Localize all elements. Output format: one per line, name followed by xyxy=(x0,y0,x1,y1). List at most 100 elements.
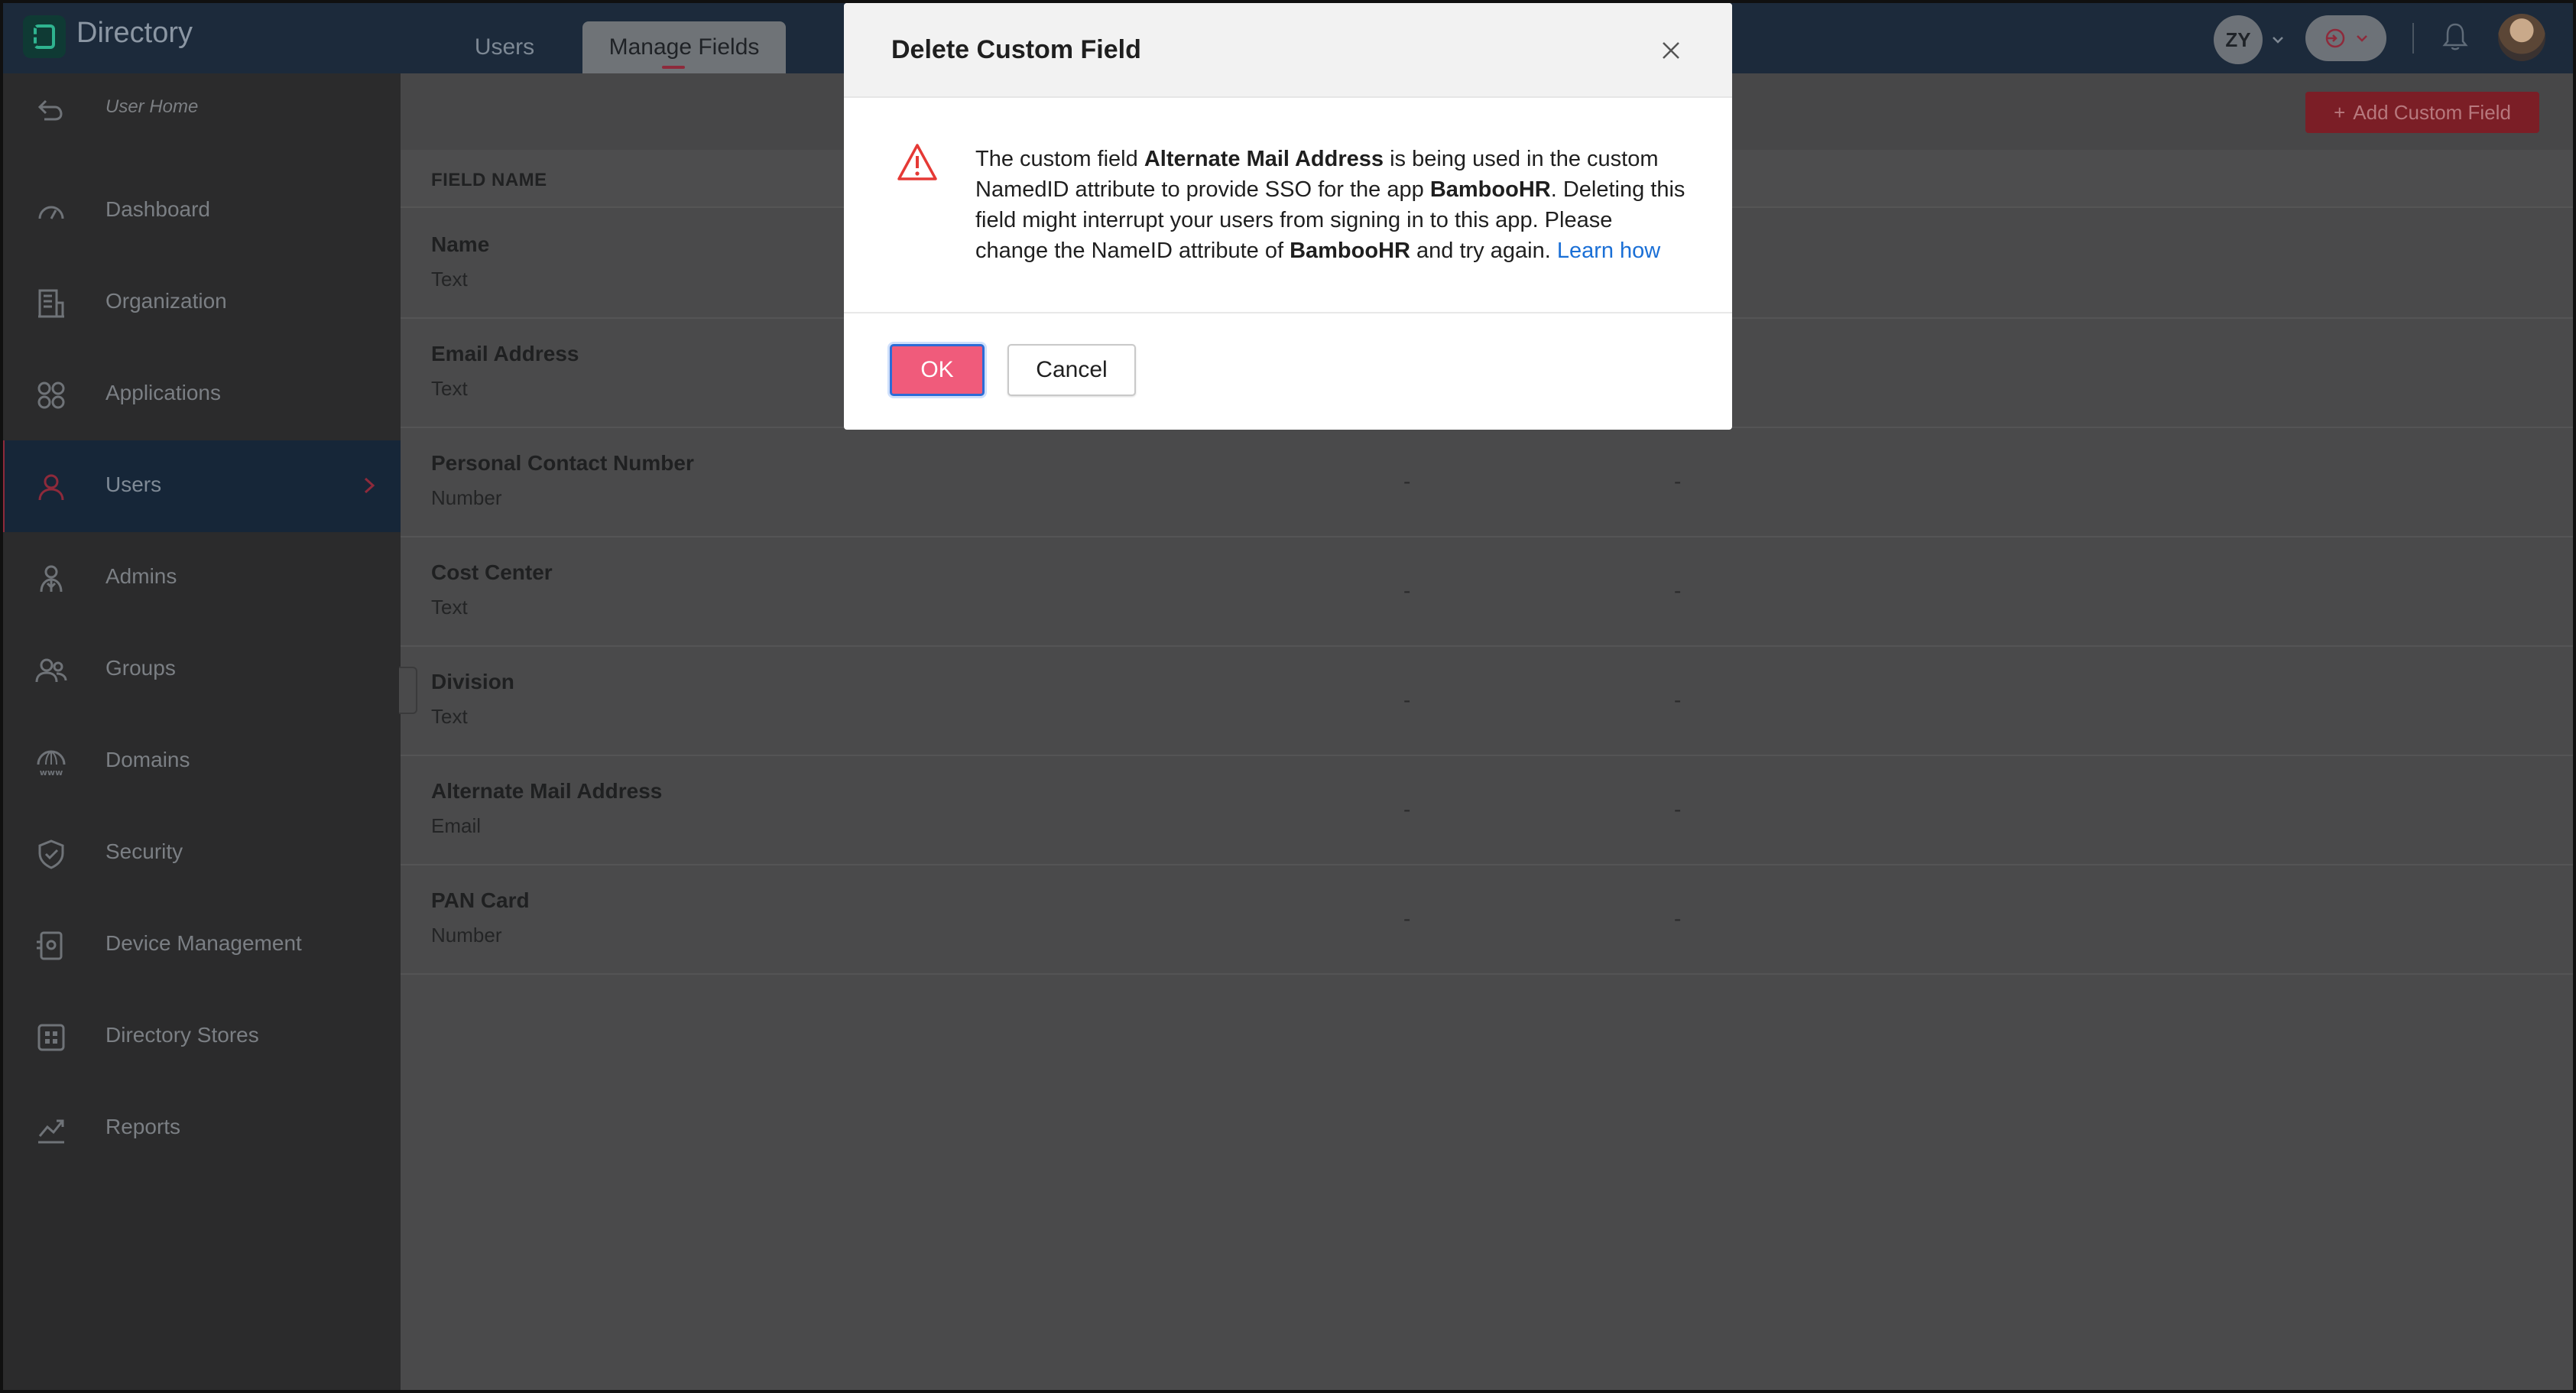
sidebar-item-dashboard[interactable]: Dashboard xyxy=(0,165,401,257)
app-name-highlight: BambooHR xyxy=(1429,177,1551,202)
table-row[interactable]: Alternate Mail Address Email - - xyxy=(401,756,2576,865)
sidebar-item-label: Organization xyxy=(105,289,227,313)
bell-icon[interactable] xyxy=(2438,20,2472,54)
add-custom-field-label: Add Custom Field xyxy=(2353,100,2511,124)
sidebar-item-domains[interactable]: www Domains xyxy=(0,716,401,807)
svg-text:www: www xyxy=(40,768,63,778)
back-label: User Home xyxy=(105,96,199,117)
chevron-down-icon[interactable] xyxy=(2272,34,2284,46)
field-name: PAN Card xyxy=(431,888,530,912)
gauge-icon xyxy=(35,196,67,228)
shield-icon xyxy=(35,838,67,870)
chevron-right-icon xyxy=(361,476,378,495)
org-avatar[interactable]: ZY xyxy=(2214,15,2263,64)
www-icon: www xyxy=(35,746,67,778)
dialog-header: Delete Custom Field xyxy=(844,3,1732,98)
delete-custom-field-dialog: Delete Custom Field The custom field Alt… xyxy=(844,3,1732,430)
group-icon xyxy=(35,654,67,687)
dialog-divider xyxy=(844,312,1732,313)
active-tab-indicator xyxy=(662,66,685,69)
sidebar-item-groups[interactable]: Groups xyxy=(0,624,401,716)
sidebar-item-label: Security xyxy=(105,839,183,863)
field-value: - xyxy=(1674,469,1682,493)
sidebar-item-applications[interactable]: Applications xyxy=(0,349,401,440)
sidebar-item-users[interactable]: Users xyxy=(0,440,401,532)
field-value: - xyxy=(1403,688,1411,712)
app-name-highlight: BambooHR xyxy=(1290,239,1410,263)
building-icon xyxy=(35,287,67,320)
field-value: - xyxy=(1674,688,1682,712)
device-icon xyxy=(35,930,67,962)
header-divider xyxy=(2412,23,2414,54)
field-value: - xyxy=(1403,797,1411,821)
chart-icon xyxy=(35,1113,67,1145)
field-type: Number xyxy=(431,486,502,509)
user-avatar[interactable] xyxy=(2498,14,2545,61)
table-row[interactable]: Cost Center Text - - xyxy=(401,537,2576,647)
warning-icon xyxy=(896,142,939,182)
field-type: Email xyxy=(431,814,482,837)
message-text: and try again. xyxy=(1410,239,1557,263)
sidebar-item-admins[interactable]: Admins xyxy=(0,532,401,624)
back-arrow-icon xyxy=(35,95,66,125)
sidebar-item-organization[interactable]: Organization xyxy=(0,257,401,349)
tab-users[interactable]: Users xyxy=(443,21,566,73)
message-text: The custom field xyxy=(975,147,1144,171)
sidebar-item-label: Users xyxy=(105,472,162,496)
field-name: Email Address xyxy=(431,342,579,365)
app-title: Directory xyxy=(76,17,193,49)
add-custom-field-button[interactable]: + Add Custom Field xyxy=(2305,92,2539,133)
field-name: Division xyxy=(431,670,514,693)
dialog-message: The custom field Alternate Mail Address … xyxy=(975,144,1686,266)
sidebar-item-label: Applications xyxy=(105,381,221,404)
sidebar-collapse-handle[interactable] xyxy=(399,667,417,714)
sidebar: User Home Dashboard Organization Applica… xyxy=(0,73,401,1393)
sidebar-item-reports[interactable]: Reports xyxy=(0,1083,401,1174)
signin-arrow-icon xyxy=(2324,28,2345,49)
field-value: - xyxy=(1403,579,1411,602)
close-icon[interactable] xyxy=(1659,38,1683,63)
sidebar-item-security[interactable]: Security xyxy=(0,807,401,899)
field-type: Text xyxy=(431,705,468,728)
sidebar-item-device-management[interactable]: Device Management xyxy=(0,899,401,991)
field-value: - xyxy=(1403,469,1411,493)
cancel-button[interactable]: Cancel xyxy=(1007,344,1136,396)
sidebar-item-label: Groups xyxy=(105,656,176,680)
field-value: - xyxy=(1403,907,1411,930)
chevron-down-icon xyxy=(2356,32,2368,44)
column-header-field-name: FIELD NAME xyxy=(431,170,547,190)
directory-logo-icon[interactable] xyxy=(23,15,66,58)
sidebar-item-label: Dashboard xyxy=(105,197,210,221)
ok-button[interactable]: OK xyxy=(890,344,985,396)
field-type: Text xyxy=(431,268,468,291)
field-type: Number xyxy=(431,924,502,947)
field-type: Text xyxy=(431,377,468,400)
sidebar-item-label: Device Management xyxy=(105,931,302,955)
field-name-highlight: Alternate Mail Address xyxy=(1144,147,1384,171)
signout-menu-button[interactable] xyxy=(2305,15,2386,61)
dialog-title: Delete Custom Field xyxy=(891,35,1141,64)
tab-manage-fields-label: Manage Fields xyxy=(608,34,760,60)
field-name: Alternate Mail Address xyxy=(431,779,663,803)
stores-icon xyxy=(35,1021,67,1054)
user-icon xyxy=(35,471,67,503)
field-name: Name xyxy=(431,232,490,256)
sidebar-item-label: Domains xyxy=(105,748,190,771)
field-name: Cost Center xyxy=(431,560,553,584)
table-row[interactable]: PAN Card Number - - xyxy=(401,865,2576,975)
sidebar-item-label: Directory Stores xyxy=(105,1023,259,1047)
plus-icon: + xyxy=(2334,100,2346,124)
back-to-user-home[interactable]: User Home xyxy=(0,73,401,144)
table-row[interactable]: Division Text - - xyxy=(401,647,2576,756)
admin-icon xyxy=(35,563,67,595)
field-type: Text xyxy=(431,596,468,619)
table-row[interactable]: Personal Contact Number Number - - xyxy=(401,428,2576,537)
sidebar-item-label: Reports xyxy=(105,1115,181,1138)
apps-grid-icon xyxy=(35,379,67,411)
learn-how-link[interactable]: Learn how xyxy=(1557,239,1660,263)
field-value: - xyxy=(1674,907,1682,930)
field-name: Personal Contact Number xyxy=(431,451,694,475)
field-value: - xyxy=(1674,797,1682,821)
sidebar-item-directory-stores[interactable]: Directory Stores xyxy=(0,991,401,1083)
tab-manage-fields[interactable]: Manage Fields xyxy=(582,21,786,73)
